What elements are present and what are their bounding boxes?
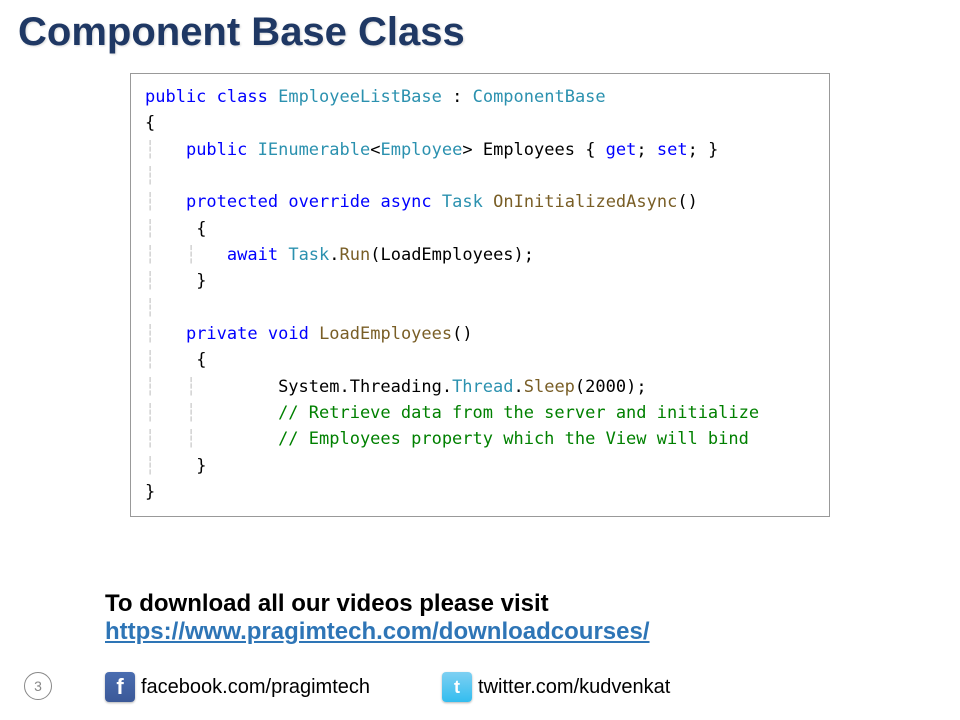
social-row: f facebook.com/pragimtech t twitter.com/… xyxy=(105,672,670,702)
method-oninit: OnInitializedAsync xyxy=(493,192,677,212)
footer-text: To download all our videos please visit xyxy=(105,590,905,618)
prop-employees: Employees { xyxy=(473,140,606,160)
download-link[interactable]: https://www.pragimtech.com/downloadcours… xyxy=(105,618,650,645)
type-task: Task xyxy=(442,192,483,212)
type-employeelistbase: EmployeeListBase xyxy=(278,87,442,107)
type-thread: Thread xyxy=(452,377,513,397)
kw-async: async xyxy=(380,192,431,212)
method-loademployees: LoadEmployees xyxy=(319,324,452,344)
method-run: Run xyxy=(340,245,371,265)
type-task2: Task xyxy=(288,245,329,265)
code-call1: (LoadEmployees); xyxy=(370,245,534,265)
slide-title: Component Base Class xyxy=(0,0,960,55)
kw-await: await xyxy=(227,245,278,265)
code-brace6: } xyxy=(145,482,155,502)
facebook-icon[interactable]: f xyxy=(105,672,135,702)
comment-2: // Employees property which the View wil… xyxy=(196,429,749,449)
code-text: ; } xyxy=(688,140,719,160)
code-brace3: } xyxy=(155,271,206,291)
code-brace4: { xyxy=(155,350,206,370)
kw-public2: public xyxy=(186,140,247,160)
code-sys: System.Threading. xyxy=(196,377,452,397)
method-sleep: Sleep xyxy=(524,377,575,397)
kw-private: private xyxy=(186,324,258,344)
code-brace5: } xyxy=(155,456,206,476)
kw-class: class xyxy=(217,87,268,107)
code-block: public class EmployeeListBase : Componen… xyxy=(130,73,830,517)
kw-set: set xyxy=(657,140,688,160)
code-call2: (2000); xyxy=(575,377,647,397)
page-number: 3 xyxy=(24,672,52,700)
comment-1: // Retrieve data from the server and ini… xyxy=(196,403,759,423)
facebook-text: facebook.com/pragimtech xyxy=(141,676,370,699)
twitter-text: twitter.com/kudvenkat xyxy=(478,676,670,699)
footer-note: To download all our videos please visit … xyxy=(105,590,905,646)
type-componentbase: ComponentBase xyxy=(473,87,606,107)
kw-protected: protected xyxy=(186,192,278,212)
kw-void: void xyxy=(268,324,309,344)
code-brace2: { xyxy=(155,219,206,239)
type-employee: Employee xyxy=(380,140,462,160)
kw-override: override xyxy=(288,192,370,212)
type-ienumerable: IEnumerable xyxy=(258,140,371,160)
code-brace: { xyxy=(145,113,155,133)
twitter-icon[interactable]: t xyxy=(442,672,472,702)
kw-public: public xyxy=(145,87,206,107)
kw-get: get xyxy=(606,140,637,160)
